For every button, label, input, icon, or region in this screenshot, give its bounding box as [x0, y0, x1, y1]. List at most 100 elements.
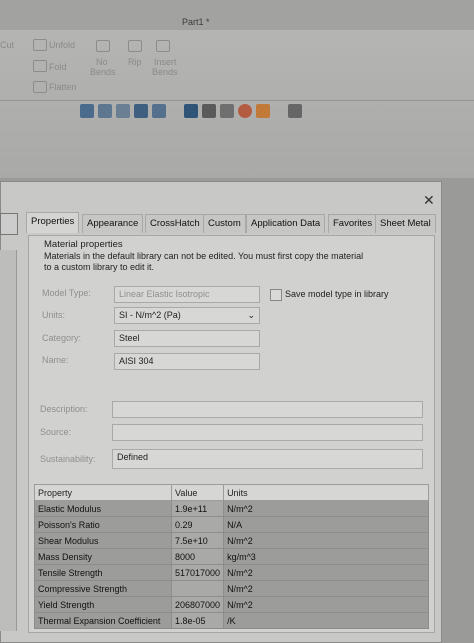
sustainability-label: Sustainability: [40, 454, 96, 464]
property-value[interactable]: 517017000 [170, 564, 225, 581]
table-row[interactable]: Elastic Modulus 1.9e+11 N/m^2 [34, 500, 429, 517]
title-bar: Part1 * [0, 0, 474, 30]
column-header-value[interactable]: Value [170, 484, 225, 501]
hide-show-icon[interactable] [220, 104, 234, 118]
tab-properties[interactable]: Properties [26, 212, 80, 233]
save-model-type-checkbox[interactable] [270, 289, 282, 301]
no-bends-icon [96, 40, 110, 52]
property-units: N/m^2 [223, 596, 429, 613]
units-select[interactable]: SI - N/m^2 (Pa) ⌄ [114, 307, 260, 324]
unfold-icon [33, 39, 47, 51]
property-value[interactable]: 8000 [170, 548, 225, 565]
tab-favorites[interactable]: Favorites [328, 214, 378, 233]
rip-icon [128, 40, 142, 52]
insert-bends-icon [156, 40, 170, 52]
zoom-fit-icon[interactable] [80, 104, 94, 118]
view-settings-icon[interactable] [288, 104, 302, 118]
property-name: Mass Density [34, 548, 172, 565]
table-header-row: Property Value Units [34, 484, 429, 501]
name-field[interactable]: AISI 304 [114, 353, 260, 370]
property-units: N/m^2 [223, 500, 429, 517]
property-name: Thermal Expansion Coefficient [34, 612, 172, 629]
property-units: N/m^2 [223, 580, 429, 597]
property-units: /K [223, 612, 429, 629]
units-label: Units: [42, 310, 66, 320]
view-toolbar [80, 104, 302, 122]
description-label: Description: [40, 404, 88, 414]
close-icon[interactable]: ✕ [423, 192, 435, 209]
source-field[interactable] [112, 424, 423, 441]
ribbon-cut[interactable]: Cut [0, 40, 14, 50]
name-label: Name: [42, 355, 69, 365]
source-label: Source: [40, 427, 72, 437]
section-title: Material properties [44, 239, 123, 250]
chevron-down-icon: ⌄ [247, 310, 255, 320]
ribbon-no-bends-1[interactable]: No [96, 57, 108, 67]
property-value[interactable]: 7.5e+10 [170, 532, 225, 549]
document-title: Part1 * [182, 17, 210, 27]
property-value[interactable]: 206807000 [170, 596, 225, 613]
table-row[interactable]: Yield Strength 206807000 N/m^2 [34, 596, 429, 613]
property-units: N/m^2 [223, 564, 429, 581]
edit-appearance-icon[interactable] [238, 104, 252, 118]
app-top-area: Part1 * Cut Unfold Fold Flatten No Bends… [0, 0, 474, 178]
table-row[interactable]: Mass Density 8000 kg/m^3 [34, 548, 429, 565]
apply-scene-icon[interactable] [256, 104, 270, 118]
table-row[interactable]: Poisson's Ratio 0.29 N/A [34, 516, 429, 533]
table-row[interactable]: Compressive Strength N/m^2 [34, 580, 429, 597]
zoom-area-icon[interactable] [98, 104, 112, 118]
material-tree-pane[interactable] [0, 250, 17, 631]
ribbon-insert-bends-1[interactable]: Insert [154, 57, 177, 67]
property-name: Shear Modulus [34, 532, 172, 549]
column-header-property[interactable]: Property [34, 484, 172, 501]
tab-crosshatch[interactable]: CrossHatch [145, 214, 205, 233]
property-units: N/m^2 [223, 532, 429, 549]
property-name: Poisson's Ratio [34, 516, 172, 533]
ribbon-flatten[interactable]: Flatten [49, 82, 77, 92]
property-units: N/A [223, 516, 429, 533]
category-label: Category: [42, 333, 82, 343]
property-name: Yield Strength [34, 596, 172, 613]
table-row[interactable]: Shear Modulus 7.5e+10 N/m^2 [34, 532, 429, 549]
property-units: kg/m^3 [223, 548, 429, 565]
property-name: Tensile Strength [34, 564, 172, 581]
previous-view-icon[interactable] [116, 104, 130, 118]
display-style-icon[interactable] [202, 104, 216, 118]
ribbon-fold[interactable]: Fold [49, 62, 67, 72]
property-value[interactable] [170, 580, 225, 597]
model-type-label: Model Type: [42, 288, 91, 298]
ribbon: Cut Unfold Fold Flatten No Bends Rip Ins… [0, 32, 474, 100]
ribbon-unfold[interactable]: Unfold [49, 40, 75, 50]
search-icon[interactable] [0, 213, 18, 235]
property-value[interactable]: 1.9e+11 [170, 500, 225, 517]
view-orientation-icon[interactable] [184, 104, 198, 118]
ribbon-divider [0, 100, 474, 101]
column-header-units[interactable]: Units [223, 484, 429, 501]
property-value[interactable]: 1.8e-05 [170, 612, 225, 629]
readonly-notice-line2: to a custom library to edit it. [44, 262, 155, 272]
property-name: Elastic Modulus [34, 500, 172, 517]
property-name: Compressive Strength [34, 580, 172, 597]
fold-icon [33, 60, 47, 72]
ribbon-rip[interactable]: Rip [128, 57, 142, 67]
save-model-type-label: Save model type in library [285, 289, 389, 299]
table-row[interactable]: Tensile Strength 517017000 N/m^2 [34, 564, 429, 581]
dynamic-annotation-icon[interactable] [152, 104, 166, 118]
description-field[interactable] [112, 401, 423, 418]
category-field[interactable]: Steel [114, 330, 260, 347]
property-value[interactable]: 0.29 [170, 516, 225, 533]
ribbon-no-bends-2[interactable]: Bends [90, 67, 116, 77]
section-view-icon[interactable] [134, 104, 148, 118]
tab-custom[interactable]: Custom [203, 214, 246, 233]
tab-sheet-metal[interactable]: Sheet Metal [375, 214, 436, 233]
units-value: SI - N/m^2 (Pa) [119, 310, 181, 320]
model-type-select[interactable]: Linear Elastic Isotropic [114, 286, 260, 303]
sustainability-field[interactable]: Defined [112, 449, 423, 469]
tab-appearance[interactable]: Appearance [82, 214, 144, 233]
flatten-icon [33, 81, 47, 93]
tab-application-data[interactable]: Application Data [246, 214, 326, 233]
readonly-notice: Materials in the default library can not… [44, 251, 364, 261]
material-properties-table: Property Value Units Elastic Modulus 1.9… [34, 484, 429, 629]
table-row[interactable]: Thermal Expansion Coefficient 1.8e-05 /K [34, 612, 429, 629]
ribbon-insert-bends-2[interactable]: Bends [152, 67, 178, 77]
